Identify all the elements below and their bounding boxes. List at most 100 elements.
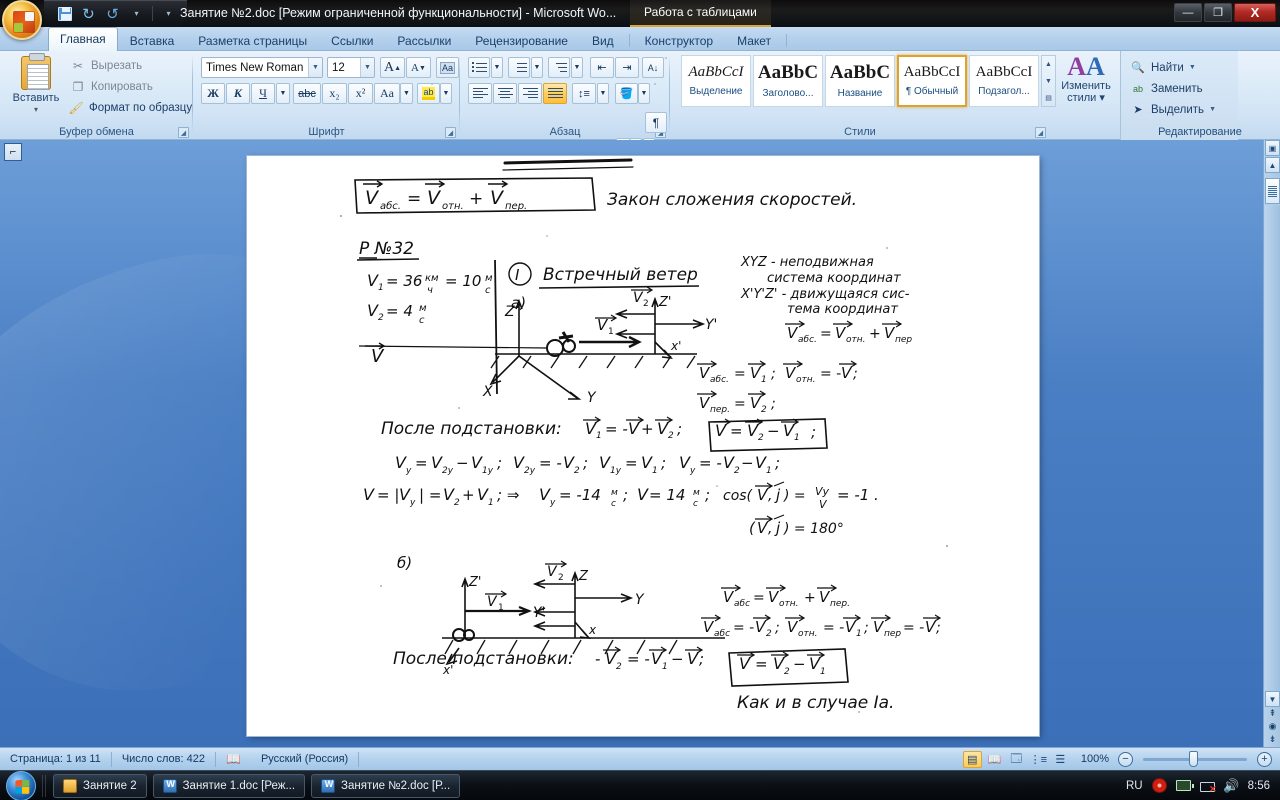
view-print-layout-button[interactable]: ▤ [962, 750, 982, 768]
line-spacing-button[interactable]: ↕≡ [572, 83, 596, 104]
font-size-combo[interactable]: 12 ▼ [327, 57, 375, 78]
office-button-icon[interactable] [2, 0, 42, 40]
font-name-combo[interactable]: Times New Roman ▼ [201, 57, 323, 78]
gallery-scroll-up-icon[interactable]: ▲ [1042, 56, 1055, 72]
style-card-nazvanie[interactable]: AaBbC Название [825, 55, 895, 107]
view-outline-button[interactable]: ⋮≡ [1029, 751, 1048, 768]
scroll-down-button[interactable]: ▼ [1265, 691, 1280, 707]
change-case-button[interactable]: Aa [374, 83, 400, 104]
styles-dialog-launcher[interactable]: ◢ [1035, 127, 1046, 138]
next-page-icon[interactable]: ⇟ [1265, 732, 1280, 747]
proofing-status[interactable]: 📖 [216, 748, 251, 771]
record-icon[interactable] [1151, 778, 1167, 793]
tab-konstruktor[interactable]: Конструктор [633, 29, 725, 51]
tab-ssylki[interactable]: Ссылки [319, 29, 385, 51]
numbering-dropdown-icon[interactable]: ▼ [531, 57, 543, 78]
find-button[interactable]: 🔍 Найти ▼ [1130, 57, 1196, 78]
scrollbar-thumb[interactable] [1265, 178, 1280, 204]
document-page[interactable]: V абс. = V отн. + V пер. Закон сложения … [247, 156, 1039, 736]
gallery-scroll-down-icon[interactable]: ▼ [1042, 73, 1055, 89]
strikethrough-button[interactable]: abc [293, 83, 321, 104]
tab-vid[interactable]: Вид [580, 29, 626, 51]
superscript-button[interactable]: x² [348, 83, 373, 104]
tab-stop-selector[interactable]: ⌐ [4, 143, 22, 161]
style-card-zagolovok[interactable]: AaBbC Заголово... [753, 55, 823, 107]
chevron-down-icon-2[interactable]: ▼ [360, 58, 374, 77]
shading-dropdown-icon[interactable]: ▼ [638, 83, 650, 104]
redo-button[interactable]: ↺ [102, 4, 123, 24]
close-button[interactable]: X [1234, 3, 1276, 22]
change-case-dropdown-icon[interactable]: ▼ [400, 83, 413, 104]
italic-button[interactable]: К [226, 83, 250, 104]
underline-dropdown-icon[interactable]: ▼ [276, 83, 290, 104]
view-draft-button[interactable]: ☰ [1051, 751, 1070, 768]
zoom-out-button[interactable]: − [1118, 751, 1133, 767]
tab-glavnaya[interactable]: Главная [48, 27, 118, 51]
subscript-button[interactable]: x₂ [322, 83, 347, 104]
vertical-scrollbar[interactable]: ▣ ▲ ▼ ⇞ ◉ ⇟ [1263, 140, 1280, 747]
chevron-down-icon[interactable]: ▼ [308, 58, 322, 77]
bullets-dropdown-icon[interactable]: ▼ [491, 57, 503, 78]
taskbar-item-3[interactable]: Занятие №2.doc [Р... [311, 773, 461, 798]
grow-font-button[interactable]: A ▲ [380, 57, 405, 78]
paste-dropdown-icon[interactable]: ▾ [34, 105, 38, 114]
save-button[interactable] [54, 4, 75, 24]
language-indicator[interactable]: Русский (Россия) [251, 748, 358, 771]
style-card-vydelenie[interactable]: AaBbCcI Выделение [681, 55, 751, 107]
network-disconnected-icon[interactable] [1199, 778, 1217, 795]
taskbar-item-2[interactable]: Занятие 1.doc [Реж... [152, 773, 306, 798]
select-dropdown-icon[interactable]: ▼ [1209, 106, 1216, 113]
highlight-color-button[interactable]: ab [417, 83, 440, 104]
line-spacing-dropdown-icon[interactable]: ▼ [597, 83, 609, 104]
bullets-button[interactable] [468, 57, 490, 78]
tab-vstavka[interactable]: Вставка [118, 29, 187, 51]
zoom-slider[interactable] [1143, 750, 1247, 767]
restore-button[interactable]: ❐ [1204, 3, 1232, 22]
clock[interactable]: 8:56 [1248, 780, 1270, 792]
multilevel-dropdown-icon[interactable]: ▼ [571, 57, 583, 78]
language-indicator-tray[interactable]: RU [1126, 780, 1143, 792]
undo-button[interactable]: ↺ [78, 4, 99, 24]
qat-dropdown-icon[interactable]: ▾ [126, 4, 147, 24]
clear-formatting-button[interactable]: Aa [436, 57, 459, 78]
tab-maket[interactable]: Макет [725, 29, 783, 51]
select-browse-object-top-icon[interactable]: ▣ [1265, 140, 1280, 156]
view-full-screen-reading-button[interactable]: 📖 [985, 751, 1004, 768]
select-button[interactable]: ➤ Выделить ▼ [1130, 99, 1216, 120]
align-left-button[interactable] [468, 83, 492, 104]
align-right-button[interactable] [518, 83, 542, 104]
bold-button[interactable]: Ж [201, 83, 225, 104]
change-styles-button[interactable]: AA Изменить стили ▾ [1056, 54, 1116, 116]
tab-rassylki[interactable]: Рассылки [385, 29, 463, 51]
volume-icon[interactable]: 🔊 [1223, 778, 1239, 793]
tab-recenzirovanie[interactable]: Рецензирование [463, 29, 580, 51]
format-painter-button[interactable]: 🖌 Формат по образцу [68, 98, 192, 117]
style-card-podzagolovok[interactable]: AaBbCcI Подзагол... [969, 55, 1039, 107]
underline-button[interactable]: Ч [251, 83, 275, 104]
battery-icon[interactable] [1175, 778, 1194, 793]
customize-qat-icon[interactable]: ▾ [158, 4, 179, 24]
page-indicator[interactable]: Страница: 1 из 11 [0, 748, 111, 771]
align-justify-button[interactable] [543, 83, 567, 104]
style-card-obychnyy[interactable]: AaBbCcI ¶ Обычный [897, 55, 967, 107]
replace-button[interactable]: ab Заменить [1130, 78, 1203, 99]
zoom-slider-thumb[interactable] [1189, 750, 1198, 767]
find-dropdown-icon[interactable]: ▼ [1189, 64, 1196, 71]
numbering-button[interactable] [508, 57, 530, 78]
paste-button[interactable]: Вставить ▾ [10, 53, 62, 120]
font-dialog-launcher[interactable]: ◢ [445, 127, 456, 138]
gallery-more-icon[interactable]: ▤ [1042, 90, 1055, 106]
cut-button[interactable]: ✂ Вырезать [70, 56, 142, 75]
zoom-in-button[interactable]: + [1257, 751, 1272, 767]
tab-razmetka-stranicy[interactable]: Разметка страницы [186, 29, 319, 51]
scrollbar-track[interactable] [1265, 206, 1280, 691]
word-count[interactable]: Число слов: 422 [112, 748, 215, 771]
shading-button[interactable]: 🪣 [615, 83, 638, 104]
shrink-font-button[interactable]: A ▼ [406, 57, 431, 78]
start-button[interactable] [6, 770, 36, 800]
sort-button[interactable]: A↓ [642, 57, 664, 78]
document-canvas[interactable]: ⌐ V абс. = V отн. + V пер. Закон сложени… [0, 140, 1280, 747]
copy-button[interactable]: ❐ Копировать [70, 77, 153, 96]
minimize-button[interactable]: — [1174, 3, 1202, 22]
show-formatting-marks-button[interactable]: ¶ [645, 112, 667, 133]
